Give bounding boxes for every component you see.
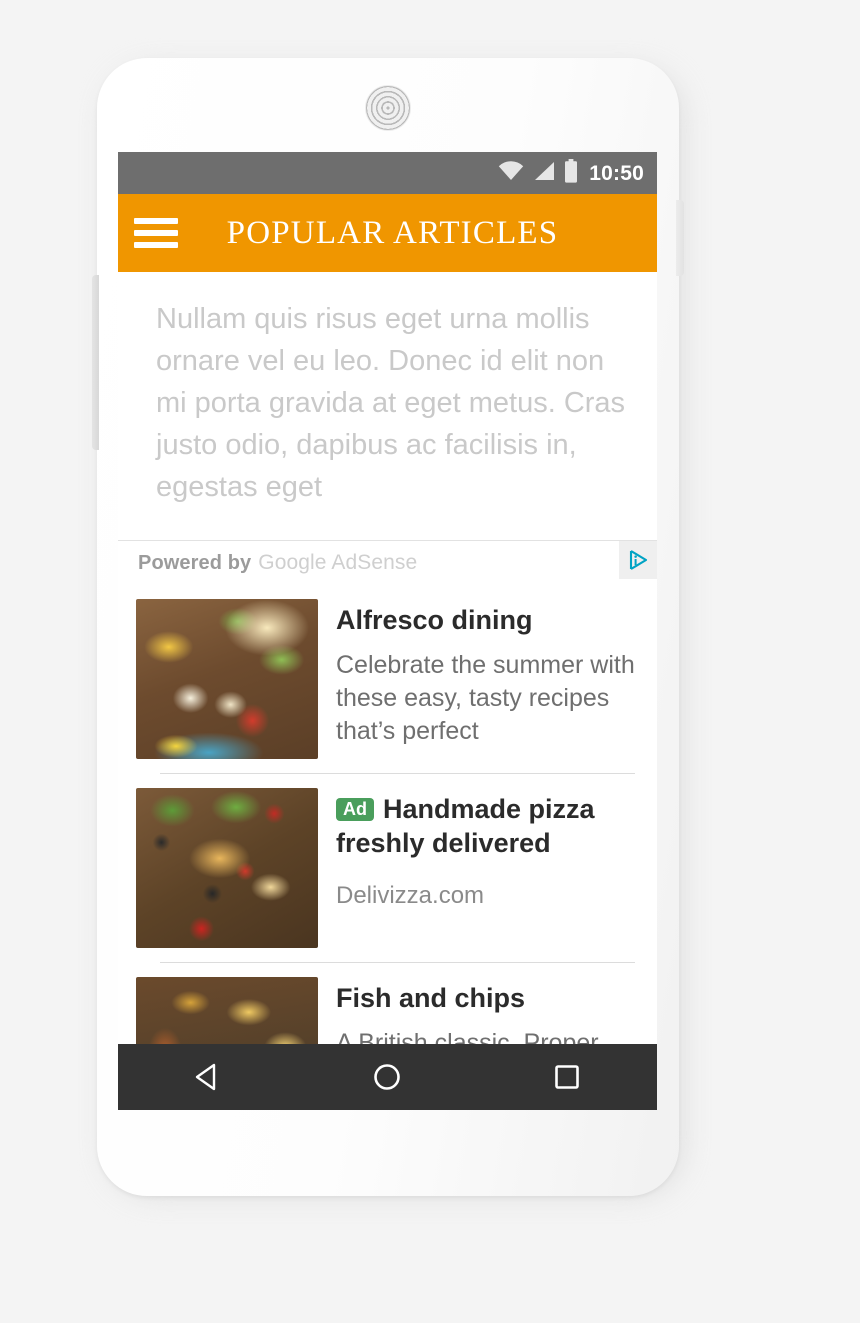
article-text: Nullam quis risus eget urna mollis ornar… <box>156 303 626 503</box>
ad-text-block: Ad Handmade pizza freshly delivered Deliv… <box>318 788 641 948</box>
ad-list: Alfresco dining Celebrate the summer wit… <box>118 585 657 1110</box>
android-navigation-bar <box>118 1044 657 1110</box>
wifi-icon <box>498 160 524 186</box>
powered-by-label: Powered by <box>138 551 252 574</box>
adchoices-icon[interactable] <box>619 541 657 579</box>
article-body: Nullam quis risus eget urna mollis ornar… <box>118 272 657 540</box>
power-button[interactable] <box>92 275 99 450</box>
battery-icon <box>564 158 578 188</box>
home-button[interactable] <box>352 1052 422 1102</box>
screenshot-stage: 10:50 POPULAR ARTICLES Nullam quis risus… <box>0 0 860 1323</box>
volume-rocker-button[interactable] <box>676 200 684 276</box>
ad-description: Celebrate the summer with these easy, ta… <box>336 651 635 745</box>
list-item[interactable]: Alfresco dining Celebrate the summer wit… <box>118 585 657 773</box>
ad-title[interactable]: Alfresco dining <box>336 603 641 637</box>
status-bar: 10:50 <box>118 152 657 194</box>
status-bar-clock: 10:50 <box>589 161 644 185</box>
speaker-grille-icon <box>365 85 411 131</box>
ad-url[interactable]: Delivizza.com <box>336 872 641 910</box>
page-title: POPULAR ARTICLES <box>226 214 559 251</box>
ad-thumbnail[interactable] <box>136 599 318 759</box>
app-bar: POPULAR ARTICLES <box>118 194 657 272</box>
hamburger-menu-icon[interactable] <box>134 218 178 248</box>
google-adsense-label: Google AdSense <box>258 551 418 574</box>
status-badge: Ad <box>336 798 374 821</box>
cell-signal-icon <box>533 161 555 186</box>
list-item[interactable]: Ad Handmade pizza freshly delivered Deliv… <box>118 774 657 962</box>
ad-thumbnail[interactable] <box>136 788 318 948</box>
ad-text-block: Alfresco dining Celebrate the summer wit… <box>318 599 641 759</box>
ad-title[interactable]: Ad Handmade pizza freshly delivered <box>336 792 641 860</box>
phone-screen: 10:50 POPULAR ARTICLES Nullam quis risus… <box>118 152 657 1110</box>
back-button[interactable] <box>173 1052 243 1102</box>
recents-button[interactable] <box>532 1052 602 1102</box>
ad-title[interactable]: Fish and chips <box>336 981 641 1015</box>
ad-title-text: Handmade pizza freshly delivered <box>336 794 595 858</box>
adsense-attribution-bar: Powered by Google AdSense <box>118 541 657 585</box>
